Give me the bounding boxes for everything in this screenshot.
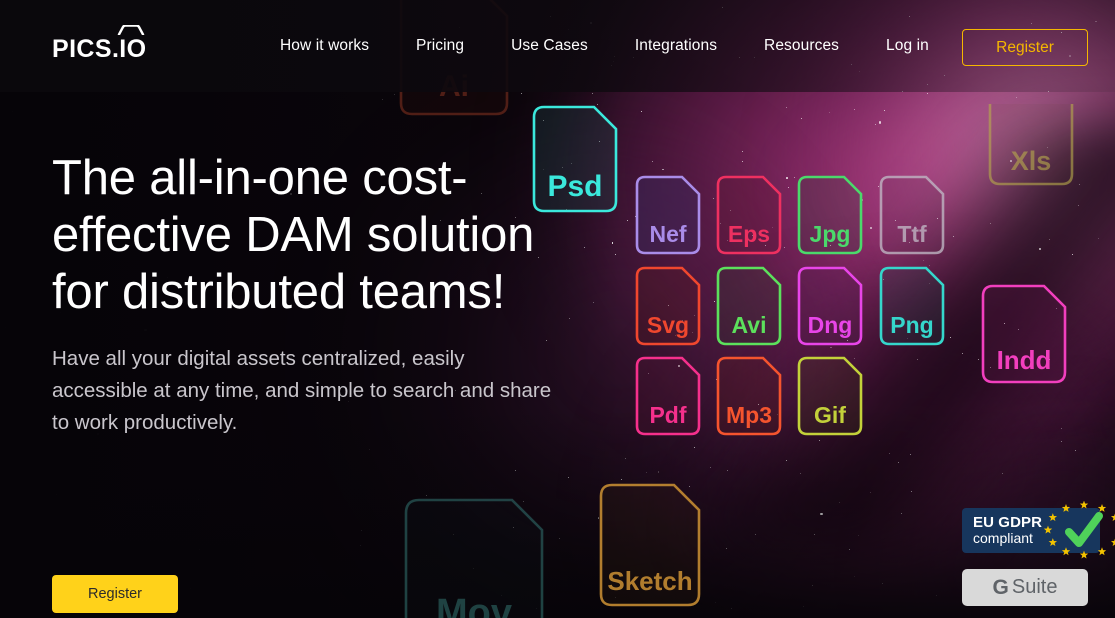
file-card-label: Pdf: [649, 402, 687, 428]
page-title: The all-in-one cost-effective DAM soluti…: [52, 151, 535, 319]
gdpr-badge-line2: compliant: [973, 530, 1033, 547]
file-card-label: Indd: [996, 345, 1052, 375]
gdpr-badge-line1: EU GDPR: [973, 513, 1043, 531]
gdpr-badge: EU GDPR compliant: [962, 501, 1115, 559]
file-card-eps: Eps: [716, 175, 782, 255]
file-card-svg: Svg: [635, 266, 701, 346]
file-card-xls: Xls: [988, 104, 1074, 186]
file-card-jpg: Jpg: [797, 175, 863, 255]
file-card-label: Xls: [1010, 146, 1052, 176]
nav-link-use-cases[interactable]: Use Cases: [511, 37, 588, 55]
file-card-label: Sketch: [607, 566, 693, 596]
nav-link-pricing[interactable]: Pricing: [416, 37, 464, 55]
gsuite-g-letter: G: [992, 575, 1009, 599]
file-card-sketch: Sketch: [599, 483, 701, 607]
file-card-mov: Mov: [404, 498, 544, 618]
file-card-label: Svg: [646, 312, 690, 338]
file-card-label: Png: [890, 312, 934, 338]
file-card-label: Ttf: [897, 221, 927, 247]
file-card-label: Gif: [814, 402, 846, 428]
file-card-avi: Avi: [716, 266, 782, 346]
file-card-label: Eps: [727, 221, 771, 247]
hero-subheading: Have all your digital assets centralized…: [52, 347, 552, 434]
file-card-label: Nef: [649, 221, 687, 247]
hero-register-button[interactable]: Register: [52, 575, 178, 613]
file-card-indd: Indd: [981, 284, 1067, 384]
camera-arc-icon: [117, 25, 144, 35]
file-card-dng: Dng: [797, 266, 863, 346]
gsuite-label: Suite: [1011, 576, 1058, 598]
site-logo[interactable]: PICS.IO: [52, 25, 147, 63]
file-card-label: Mov: [436, 592, 512, 618]
top-navigation-bar: PICS.IO How it works Pricing Use Cases Inte…: [0, 0, 1115, 92]
gsuite-badge[interactable]: G Suite: [962, 569, 1088, 606]
file-card-label: Mp3: [726, 402, 772, 428]
nav-register-button[interactable]: Register: [962, 29, 1088, 66]
nav-link-log-in[interactable]: Log in: [886, 37, 929, 55]
nav-links-group: How it works Pricing Use Cases Integrations…: [280, 0, 929, 92]
gdpr-badge-text: EU GDPR compliant: [973, 513, 1043, 547]
eu-stars-checkmark-icon: [1043, 501, 1115, 559]
file-card-nef: Nef: [635, 175, 701, 255]
nav-link-integrations[interactable]: Integrations: [635, 37, 717, 55]
nav-link-resources[interactable]: Resources: [764, 37, 839, 55]
logo-wordmark: PICS.IO: [52, 35, 147, 63]
hero-section: The all-in-one cost-effective DAM soluti…: [52, 150, 592, 613]
file-card-pdf: Pdf: [635, 356, 701, 436]
file-card-mp3: Mp3: [716, 356, 782, 436]
file-card-gif: Gif: [797, 356, 863, 436]
nav-link-how-it-works[interactable]: How it works: [280, 37, 369, 55]
file-card-png: Png: [879, 266, 945, 346]
file-card-ttf: Ttf: [879, 175, 945, 255]
file-card-label: Jpg: [809, 221, 851, 247]
trust-badges: EU GDPR compliant G Suite: [962, 501, 1115, 606]
file-card-label: Avi: [731, 312, 767, 338]
file-card-label: Dng: [807, 312, 853, 338]
